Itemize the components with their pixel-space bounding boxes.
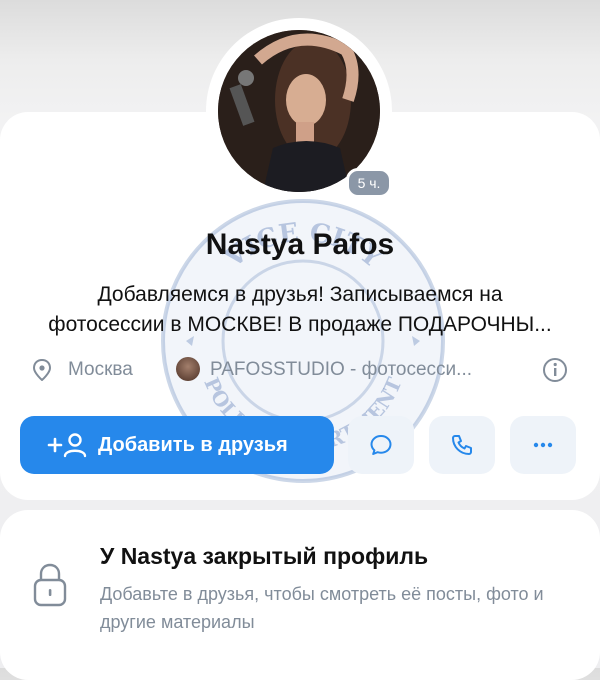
add-friend-button[interactable]: Добавить в друзья xyxy=(20,416,334,474)
call-button[interactable] xyxy=(429,416,495,474)
more-icon xyxy=(533,442,553,448)
profile-status: Добавляемся в друзья! Записываемся на фо… xyxy=(48,283,552,336)
story-time-badge: 5 ч. xyxy=(346,168,392,198)
profile-city[interactable]: Москва xyxy=(68,359,133,381)
info-icon[interactable] xyxy=(542,357,568,389)
message-icon xyxy=(370,435,392,455)
location-pin-icon xyxy=(32,358,52,387)
private-profile-title: У Nastya закрытый профиль xyxy=(100,543,429,569)
profile-meta-row: Москва PAFOSSTUDIO - фотосесси... xyxy=(30,356,575,386)
add-user-icon xyxy=(46,432,88,464)
group-avatar[interactable] xyxy=(176,357,200,381)
private-profile-description: Добавьте в друзья, чтобы смотреть её пос… xyxy=(100,584,544,632)
phone-icon xyxy=(452,435,472,455)
more-button[interactable] xyxy=(510,416,576,474)
profile-name: Nastya Pafos xyxy=(205,228,395,261)
message-button[interactable] xyxy=(348,416,414,474)
profile-group-link[interactable]: PAFOSSTUDIO - фотосесси... xyxy=(210,359,472,381)
add-friend-label: Добавить в друзья xyxy=(98,434,288,456)
lock-icon xyxy=(30,562,70,613)
